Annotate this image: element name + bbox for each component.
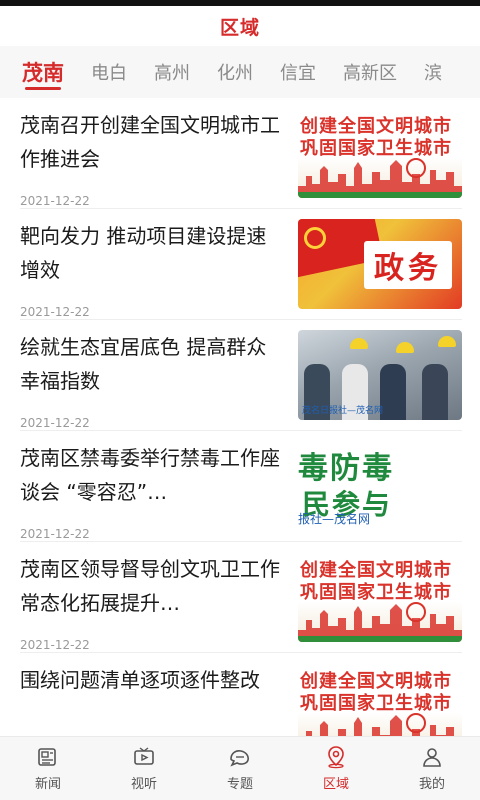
thumbnail-caption: 茂名日报社—茂名网 [302, 406, 384, 416]
list-item[interactable]: 茂南区禁毒委举行禁毒工作座谈会 “零容忍”… 2021-12-22 毒防毒 民参… [0, 431, 480, 542]
tab-gaozhou[interactable]: 高州 [154, 46, 190, 98]
nav-topics[interactable]: 专题 [192, 737, 288, 800]
list-item[interactable]: 茂南召开创建全国文明城市工作推进会 2021-12-22 创建全国文明城市 巩固… [0, 98, 480, 209]
nav-news[interactable]: 新闻 [0, 737, 96, 800]
thumbnail-text: 政务 [364, 241, 452, 289]
article-date: 2021-12-22 [20, 305, 90, 319]
tab-dianbai[interactable]: 电白 [91, 46, 127, 98]
tv-icon [134, 747, 154, 765]
article-thumbnail[interactable]: 创建全国文明城市 巩固国家卫生城市 [298, 663, 462, 736]
nav-audiovisual[interactable]: 视听 [96, 737, 192, 800]
profile-icon [423, 748, 441, 767]
list-item[interactable]: 茂南区领导督导创文巩卫工作 常态化拓展提升… 2021-12-22 创建全国文明… [0, 542, 480, 653]
person-figure [422, 364, 448, 420]
article-thumbnail[interactable]: 政务 [298, 219, 462, 309]
bottom-nav: 新闻 视听 专题 区域 我的 [0, 736, 480, 800]
list-item[interactable]: 围绕问题清单逐项逐件整改 2021-12-22 创建全国文明城市 巩固国家卫生城… [0, 653, 480, 736]
nav-label: 专题 [226, 777, 253, 792]
nav-region[interactable]: 区域 [288, 737, 384, 800]
region-tabs: 茂南 电白 高州 化州 信宜 高新区 滨 [0, 46, 480, 98]
page-title: 区域 [219, 16, 260, 39]
article-date: 2021-12-22 [20, 416, 90, 430]
thumbnail-text: 毒防毒 [298, 451, 394, 486]
header: 区域 [0, 6, 480, 46]
article-thumbnail[interactable]: 创建全国文明城市 巩固国家卫生城市 [298, 552, 462, 642]
article-date: 2021-12-22 [20, 194, 90, 208]
skyline-graphic [298, 158, 462, 198]
list-item[interactable]: 靶向发力 推动项目建设提速增效 2021-12-22 政务 [0, 209, 480, 320]
topic-icon [230, 750, 249, 767]
tab-maonan[interactable]: 茂南 [22, 46, 64, 98]
skyline-graphic [298, 602, 462, 642]
nav-label: 区域 [322, 777, 349, 792]
thumbnail-caption: 报社—茂名网 [298, 512, 371, 526]
article-title[interactable]: 茂南区领导督导创文巩卫工作 常态化拓展提升… [20, 552, 284, 620]
nav-mine[interactable]: 我的 [384, 737, 480, 800]
helmet-shape [438, 336, 456, 347]
article-thumbnail[interactable]: 茂名日报社—茂名网 [298, 330, 462, 420]
article-title[interactable]: 绘就生态宜居底色 提高群众幸福指数 [20, 330, 284, 398]
location-icon [328, 746, 344, 769]
article-thumbnail[interactable]: 创建全国文明城市 巩固国家卫生城市 [298, 108, 462, 198]
helmet-shape [396, 342, 414, 353]
news-icon [38, 748, 56, 766]
list-item[interactable]: 绘就生态宜居底色 提高群众幸福指数 2021-12-22 茂名日报社—茂名网 [0, 320, 480, 431]
tab-gaoxinqu[interactable]: 高新区 [343, 46, 397, 98]
party-emblem-icon [304, 227, 326, 249]
tab-xinyi[interactable]: 信宜 [280, 46, 316, 98]
skyline-graphic [306, 713, 454, 736]
tab-bin[interactable]: 滨 [424, 46, 442, 98]
tab-huazhou[interactable]: 化州 [217, 46, 253, 98]
article-title[interactable]: 围绕问题清单逐项逐件整改 [20, 663, 284, 731]
nav-label: 我的 [418, 777, 445, 792]
article-title[interactable]: 茂南区禁毒委举行禁毒工作座谈会 “零容忍”… [20, 441, 284, 509]
article-title[interactable]: 靶向发力 推动项目建设提速增效 [20, 219, 284, 287]
article-date: 2021-12-22 [20, 527, 90, 541]
article-title[interactable]: 茂南召开创建全国文明城市工作推进会 [20, 108, 284, 176]
article-date: 2021-12-22 [20, 638, 90, 652]
article-thumbnail[interactable]: 毒防毒 民参与 报社—茂名网 [298, 441, 462, 531]
nav-label: 新闻 [34, 777, 61, 792]
article-list: 茂南召开创建全国文明城市工作推进会 2021-12-22 创建全国文明城市 巩固… [0, 98, 480, 736]
helmet-shape [350, 338, 368, 349]
person-figure [380, 364, 406, 420]
nav-label: 视听 [130, 777, 157, 792]
